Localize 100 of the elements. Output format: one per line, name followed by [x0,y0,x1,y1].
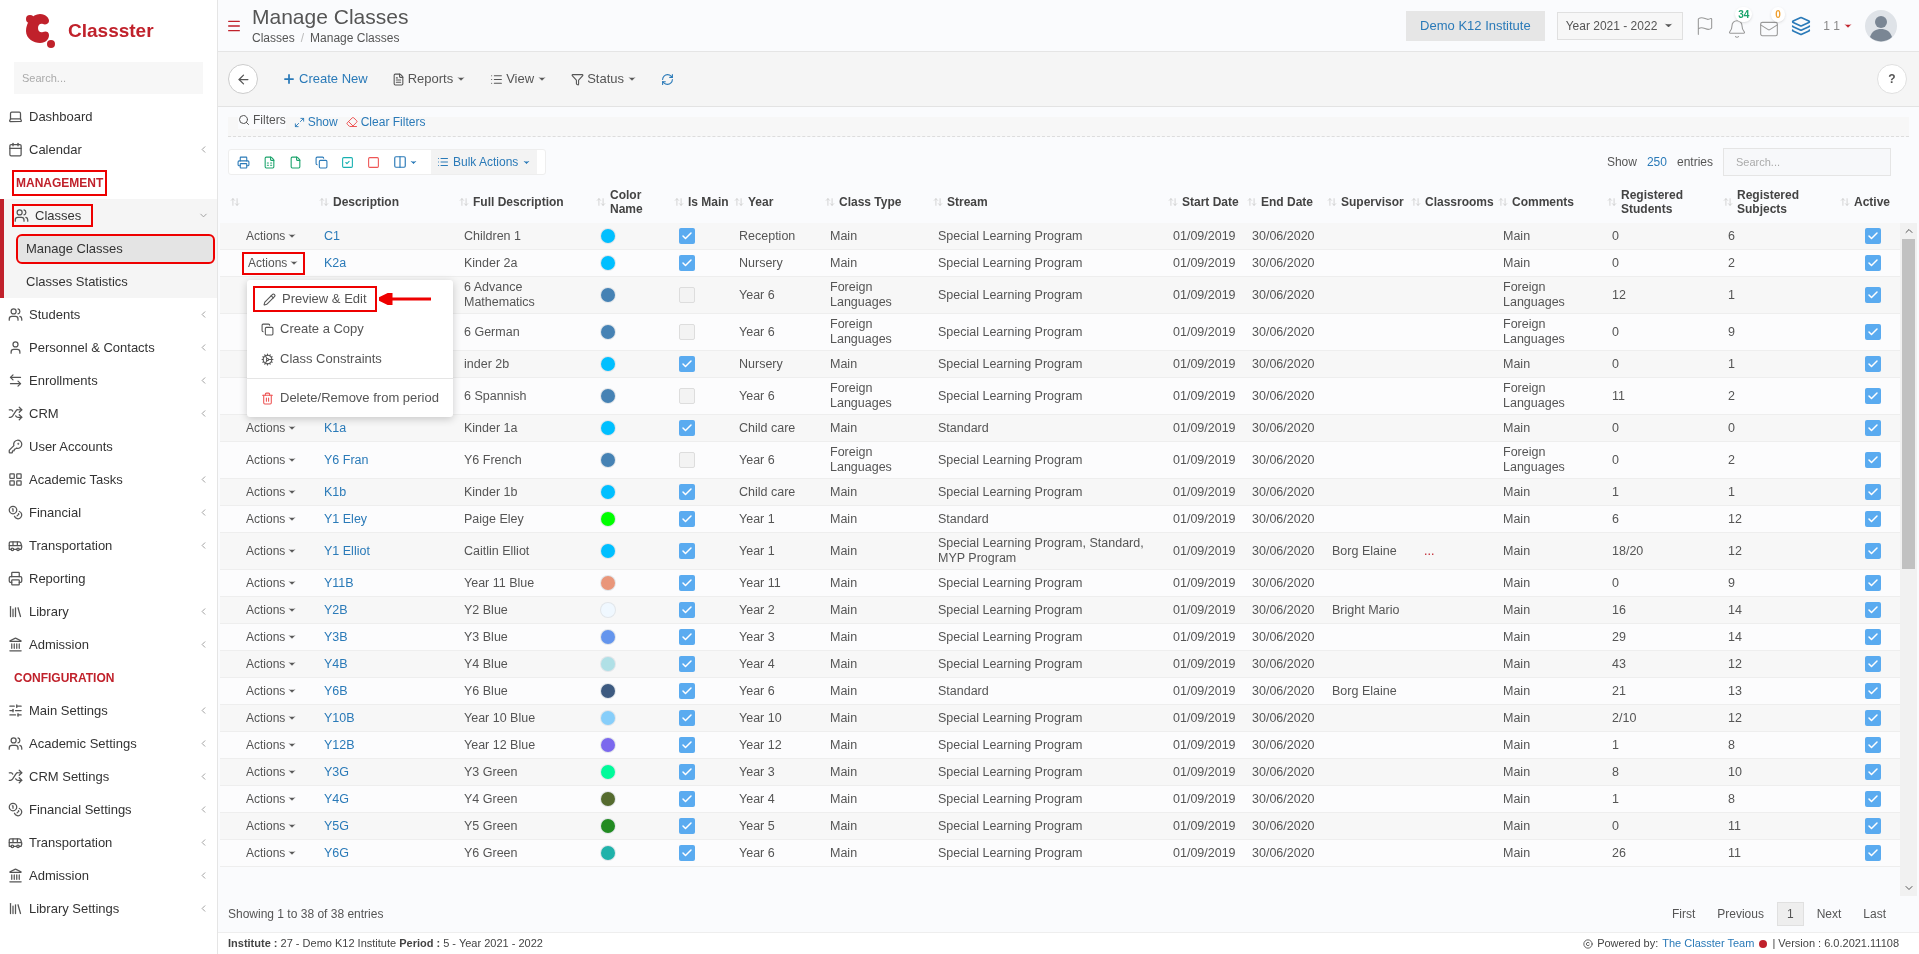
checkbox[interactable] [1865,737,1881,753]
column-header[interactable]: Registered Students [1606,188,1722,216]
column-header[interactable]: Color Name [595,188,673,216]
copy-icon[interactable] [315,155,328,169]
checkbox[interactable] [1865,511,1881,527]
dropdown-button[interactable]: Reports [391,69,467,89]
column-header[interactable]: Stream [932,195,1167,209]
checkbox[interactable] [1865,602,1881,618]
help-button[interactable]: ? [1877,64,1907,94]
team-link[interactable]: The Classter Team [1662,935,1755,952]
pagination-button[interactable]: Last [1854,902,1895,926]
class-link[interactable]: C1 [324,228,340,243]
checkbox[interactable] [679,543,695,559]
clear-filters-link[interactable]: Clear Filters [345,113,426,131]
column-header[interactable]: Year [733,195,824,209]
breadcrumb-link[interactable]: Manage Classes [310,28,400,47]
sidebar-item[interactable]: Calendar [0,133,217,166]
entries-select[interactable]: 250 [1642,153,1671,171]
class-link[interactable]: Y3B [324,629,348,644]
notifications-button[interactable] [1727,18,1748,39]
checkbox[interactable] [1865,388,1881,404]
class-link[interactable]: K2a [324,255,347,270]
back-button[interactable] [228,64,258,94]
checkbox[interactable] [679,629,695,645]
printer-icon[interactable] [237,155,250,169]
sidebar-item[interactable]: Library [0,595,217,628]
menu-item[interactable]: Class Constraints [253,346,390,372]
checkbox[interactable] [1865,228,1881,244]
pagination-button[interactable]: Previous [1708,902,1773,926]
checkbox[interactable] [679,511,695,527]
file-icon[interactable] [289,155,302,169]
checkbox[interactable] [679,324,695,340]
column-header[interactable]: Classrooms [1410,195,1497,209]
submenu-item[interactable]: Manage Classes [18,235,213,262]
checkbox[interactable] [1865,656,1881,672]
checkbox[interactable] [1865,683,1881,699]
checkbox[interactable] [679,656,695,672]
column-header[interactable]: Registered Subjects [1722,188,1839,216]
checkbox[interactable] [1865,324,1881,340]
submenu-item[interactable]: Classes Statistics [18,268,213,295]
class-link[interactable]: K1a [324,420,347,435]
sidebar-item[interactable]: Students [0,298,217,331]
table-search-field[interactable]: Search... [1723,148,1891,176]
sidebar-item[interactable]: CRM Settings [0,760,217,793]
actions-button[interactable]: Actions [242,450,302,470]
checkbox[interactable] [1865,764,1881,780]
menu-item[interactable]: Create a Copy [253,316,372,342]
checkbox-icon[interactable] [341,155,354,169]
square-icon[interactable] [367,155,380,169]
column-header[interactable]: Description [318,195,458,209]
class-link[interactable]: Y4G [324,791,349,806]
checkbox[interactable] [1865,791,1881,807]
class-link[interactable]: Y3G [324,764,349,779]
breadcrumb-link[interactable]: Classes [252,28,295,47]
actions-button[interactable]: Actions [242,418,302,438]
class-link[interactable]: Y10B [324,710,355,725]
class-link[interactable]: Y11B [324,575,354,590]
checkbox[interactable] [679,452,695,468]
actions-button[interactable]: Actions [242,789,302,809]
actions-button[interactable]: Actions [242,654,302,674]
actions-button[interactable]: Actions [242,762,302,782]
class-link[interactable]: Y1 Eley [324,511,368,526]
bulk-actions-button[interactable]: Bulk Actions [431,150,538,174]
column-header[interactable]: End Date [1246,195,1326,209]
checkbox[interactable] [1865,543,1881,559]
checkbox[interactable] [679,228,695,244]
checkbox[interactable] [1865,287,1881,303]
pagination-button[interactable]: Next [1807,902,1851,926]
checkbox[interactable] [679,845,695,861]
column-header[interactable]: Start Date [1167,195,1246,209]
scrollbar[interactable] [1900,223,1917,896]
checkbox[interactable] [1865,420,1881,436]
sidebar-item[interactable]: Transportation [0,529,217,562]
column-header[interactable]: Supervisor [1326,195,1410,209]
checkbox[interactable] [679,484,695,500]
checkbox[interactable] [679,737,695,753]
column-header[interactable]: Active [1839,195,1889,209]
checkbox[interactable] [679,575,695,591]
checkbox[interactable] [1865,356,1881,372]
create-button[interactable]: Create New [282,69,368,89]
sidebar-item[interactable]: Financial [0,496,217,529]
checkbox[interactable] [679,683,695,699]
checkbox[interactable] [679,255,695,271]
class-link[interactable]: Y6 Fran [324,452,369,467]
actions-button[interactable]: Actions [242,226,302,246]
actions-button[interactable]: Actions [242,509,302,529]
actions-button[interactable]: Actions [242,735,302,755]
actions-button[interactable]: Actions [242,627,302,647]
actions-button[interactable]: Actions [242,482,302,502]
dropdown-button[interactable]: View [490,69,548,89]
sidebar-item[interactable]: Admission [0,859,217,892]
dropdown-button[interactable]: Status [571,69,637,89]
actions-button[interactable]: Actions [242,573,302,593]
show-filters-link[interactable]: Show [293,113,338,131]
class-link[interactable]: K1b [324,484,347,499]
sidebar-item[interactable]: Academic Tasks [0,463,217,496]
class-link[interactable]: Y12B [324,737,355,752]
checkbox[interactable] [679,356,695,372]
actions-button[interactable]: Actions [242,541,302,561]
checkbox[interactable] [679,710,695,726]
